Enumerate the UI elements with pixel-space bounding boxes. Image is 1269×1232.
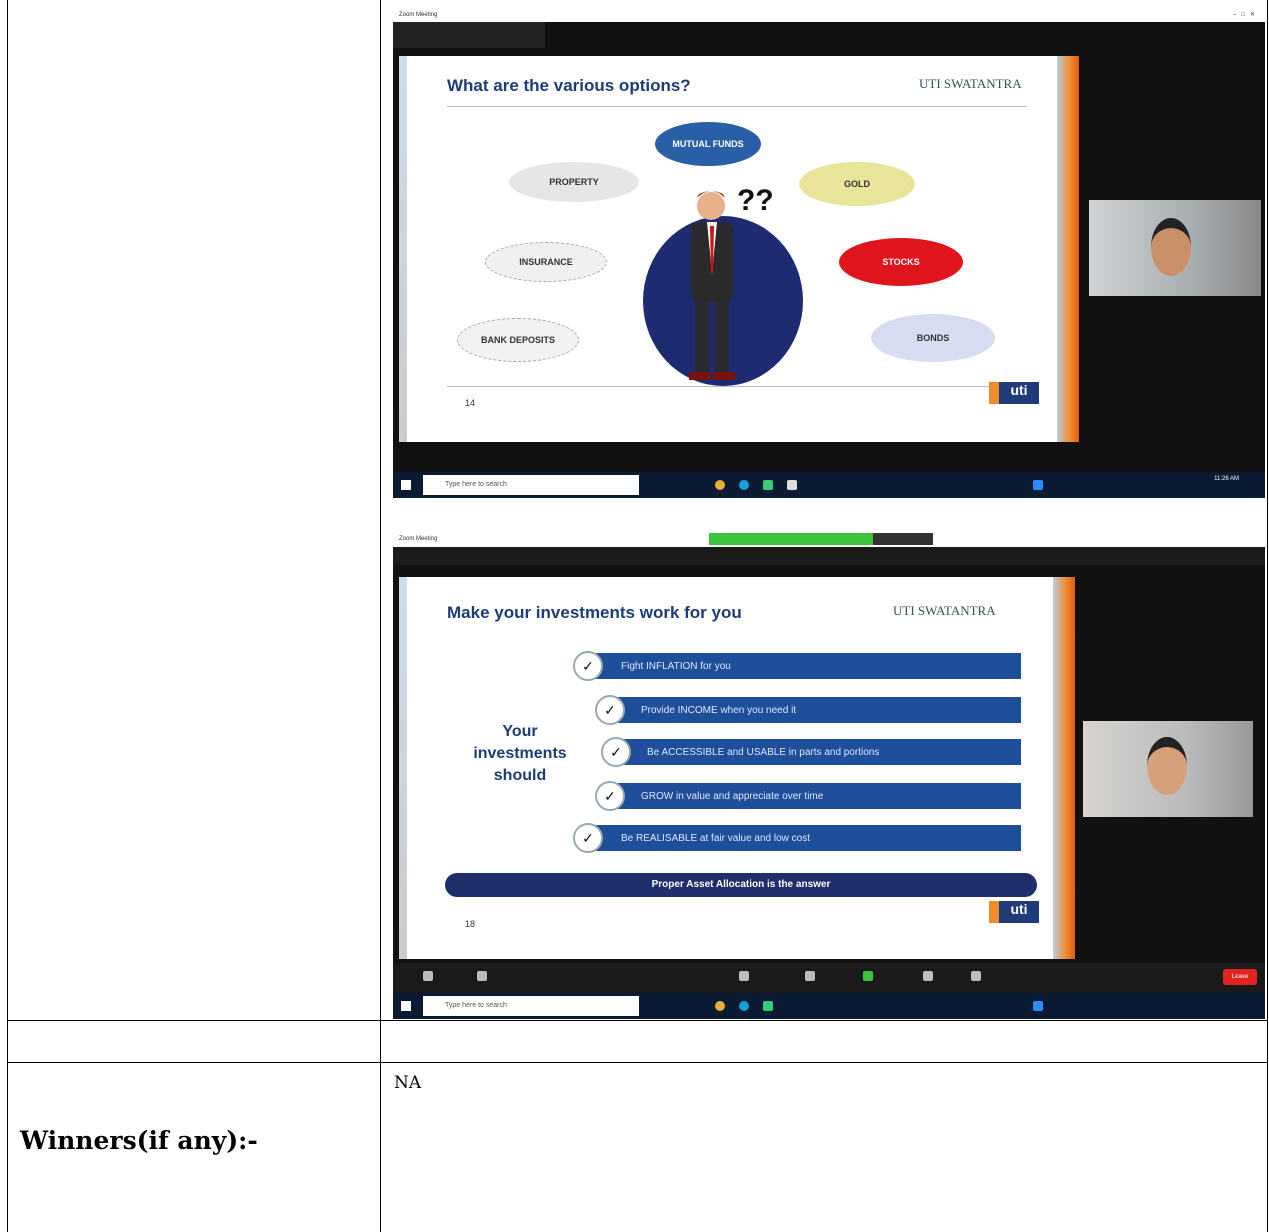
window-title: Zoom Meeting xyxy=(399,536,438,542)
left-heading: Your investments should xyxy=(455,721,585,787)
bubble-stocks: STOCKS xyxy=(839,238,963,286)
taskbar-clock: 11:26 AM xyxy=(1214,476,1239,482)
table-row-divider-2 xyxy=(7,1062,1268,1063)
start-icon[interactable] xyxy=(401,1001,411,1011)
check-icon: ✓ xyxy=(573,651,603,681)
stop-share-button[interactable] xyxy=(873,533,933,545)
slide-accent-right xyxy=(1057,56,1079,442)
footer-answer-bar: Proper Asset Allocation is the answer xyxy=(445,873,1037,897)
store-icon[interactable] xyxy=(787,480,797,490)
zoom-control-bar: Leave xyxy=(393,963,1265,993)
participants-icon[interactable] xyxy=(739,971,749,981)
winners-label: Winners(if any):- xyxy=(20,1126,258,1155)
slide-bottom-rule xyxy=(447,386,1027,387)
point-bar-1: Fight INFLATION for you xyxy=(589,653,1021,679)
slide-title: What are the various options? xyxy=(447,76,691,95)
bubble-mutual-funds: MUTUAL FUNDS xyxy=(655,122,761,166)
table-border-right xyxy=(1267,0,1268,1232)
windows-taskbar: Type here to search xyxy=(393,993,1265,1019)
zoom-title-bar: Zoom Meeting xyxy=(393,531,1265,547)
presentation-slide: Make your investments work for you UTI S… xyxy=(399,577,1075,959)
record-icon[interactable] xyxy=(923,971,933,981)
meeting-toolbar-top xyxy=(393,547,1265,565)
zoom-screenshot-1: Zoom Meeting – □ ✕ What are the various … xyxy=(393,8,1265,498)
bubble-bank-deposits: BANK DEPOSITS xyxy=(457,318,579,362)
window-controls[interactable]: – □ ✕ xyxy=(1233,8,1255,22)
mute-icon[interactable] xyxy=(423,971,433,981)
winners-value: NA xyxy=(394,1073,422,1093)
presentation-slide: What are the various options? UTI SWATAN… xyxy=(399,56,1079,442)
participant-face xyxy=(1147,737,1187,795)
start-icon[interactable] xyxy=(401,480,411,490)
edge-icon[interactable] xyxy=(739,1001,749,1011)
left-heading-line-1: Your xyxy=(502,723,538,740)
left-heading-line-3: should xyxy=(493,767,547,784)
chrome-icon[interactable] xyxy=(715,480,725,490)
participant-video-1[interactable] xyxy=(1089,200,1261,296)
windows-taskbar: Type here to search 11:26 AM xyxy=(393,472,1265,498)
slide-accent-left xyxy=(399,56,407,442)
zoom-title-bar: Zoom Meeting – □ ✕ xyxy=(393,8,1265,22)
point-bar-5: Be REALISABLE at fair value and low cost xyxy=(589,825,1021,851)
video-icon[interactable] xyxy=(477,971,487,981)
leave-button[interactable]: Leave xyxy=(1223,969,1257,985)
check-icon: ✓ xyxy=(573,823,603,853)
point-bar-2: Provide INCOME when you need it xyxy=(609,697,1021,723)
chrome-icon[interactable] xyxy=(715,1001,725,1011)
taskbar-search-box[interactable]: Type here to search xyxy=(423,475,639,495)
check-icon: ✓ xyxy=(595,695,625,725)
bubble-bonds: BONDS xyxy=(871,314,995,362)
brand-text: UTI SWATANTRA xyxy=(893,603,996,618)
bubble-property: PROPERTY xyxy=(509,162,639,202)
app-icon[interactable] xyxy=(763,1001,773,1011)
reactions-icon[interactable] xyxy=(971,971,981,981)
zoom-icon[interactable] xyxy=(1033,480,1043,490)
table-border-left xyxy=(7,0,8,1232)
table-row-divider-1 xyxy=(7,1020,1268,1021)
participant-video-2[interactable] xyxy=(1083,721,1253,817)
chat-icon[interactable] xyxy=(805,971,815,981)
window-title: Zoom Meeting xyxy=(399,12,438,18)
taskbar-search-box[interactable]: Type here to search xyxy=(423,996,639,1016)
search-placeholder: Type here to search xyxy=(445,481,507,488)
zoom-icon[interactable] xyxy=(1033,1001,1043,1011)
search-placeholder: Type here to search xyxy=(445,1002,507,1009)
sharing-indicator xyxy=(709,533,885,545)
point-bar-4: GROW in value and appreciate over time xyxy=(609,783,1021,809)
meeting-toolbar xyxy=(393,22,545,48)
slide-page-number: 18 xyxy=(465,919,476,929)
edge-icon[interactable] xyxy=(739,480,749,490)
uti-logo: uti xyxy=(989,382,1039,404)
uti-logo: uti xyxy=(989,901,1039,923)
app-icon[interactable] xyxy=(763,480,773,490)
point-bar-3: Be ACCESSIBLE and USABLE in parts and po… xyxy=(615,739,1021,765)
check-icon: ✓ xyxy=(601,737,631,767)
slide-accent-right xyxy=(1053,577,1075,959)
left-heading-line-2: investments xyxy=(473,745,567,762)
question-marks: ?? xyxy=(737,184,774,217)
check-icon: ✓ xyxy=(595,781,625,811)
bubble-insurance: INSURANCE xyxy=(485,242,607,282)
table-column-divider xyxy=(380,0,381,1232)
participant-face xyxy=(1151,218,1191,276)
slide-accent-left xyxy=(399,577,407,959)
share-screen-icon[interactable] xyxy=(863,971,873,981)
bubble-gold: GOLD xyxy=(799,162,915,206)
slide-page-number: 14 xyxy=(465,398,476,408)
zoom-screenshot-2: Zoom Meeting Make your investments work … xyxy=(393,531,1265,1019)
brand-text: UTI SWATANTRA xyxy=(919,76,1022,91)
slide-title: Make your investments work for you xyxy=(447,603,742,622)
slide-title-rule xyxy=(447,106,1027,107)
